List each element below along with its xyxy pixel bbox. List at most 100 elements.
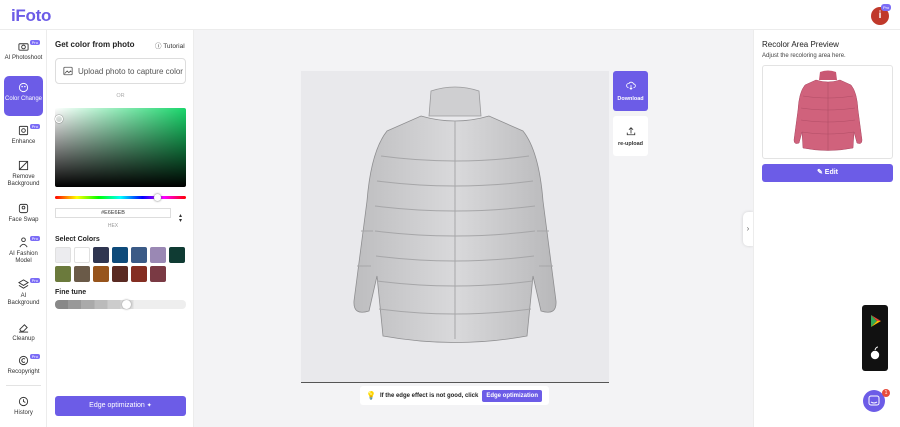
panel-title: Get color from photo: [55, 40, 135, 49]
pro-badge: Pro: [881, 4, 892, 11]
face-icon: [18, 203, 29, 214]
sidebar-item-label: Recopyright: [7, 369, 40, 375]
pro-badge: Pro: [29, 236, 40, 241]
picker-handle[interactable]: [55, 115, 63, 123]
sidebar-item-label: History: [14, 410, 33, 416]
fine-tune-label: Fine tune: [55, 289, 87, 296]
apple-icon: [870, 346, 880, 360]
saturation-picker[interactable]: [55, 108, 186, 187]
sidebar-item-label: Color Change: [4, 96, 43, 102]
color-panel: Get color from photo ⓘ Tutorial Upload p…: [47, 30, 194, 427]
pro-badge: Pro: [29, 40, 40, 45]
copyright-icon: [18, 355, 29, 366]
pink-jacket-image: [793, 70, 863, 151]
eraser-icon: [18, 324, 29, 333]
cloud-download-icon: [625, 81, 636, 90]
sidebar-item-ai-photoshoot[interactable]: Pro AI Photoshoot: [4, 38, 43, 74]
top-bar: iFoto i Pro: [0, 0, 900, 30]
enhance-icon: [18, 125, 29, 136]
palette-icon: [18, 82, 29, 93]
fine-tune-handle[interactable]: [122, 300, 131, 309]
sidebar-item-ai-fashion-model[interactable]: Pro AI Fashion Model: [4, 234, 43, 270]
sidebar-item-recopyright[interactable]: Pro Recopyright: [4, 352, 43, 380]
history-icon: [18, 396, 29, 407]
chat-badge: 1: [882, 389, 890, 397]
sidebar-item-history[interactable]: History: [4, 393, 43, 419]
chevron-right-icon: ›: [746, 224, 750, 233]
tip-edge-optimization-button[interactable]: Edge optimization: [482, 389, 542, 402]
sidebar-item-label: Enhance: [11, 139, 36, 145]
pro-badge: Pro: [29, 278, 40, 283]
google-play-icon: [871, 315, 881, 327]
color-swatch[interactable]: [55, 266, 71, 282]
sidebar-item-label: AI Photoshoot: [4, 55, 43, 61]
or-divider: OR: [116, 93, 125, 99]
upload-icon: [626, 127, 635, 136]
reupload-label: re-upload: [617, 141, 644, 147]
color-swatch[interactable]: [112, 266, 128, 282]
recolor-title: Recolor Area Preview: [762, 40, 839, 49]
download-label: Download: [617, 96, 644, 102]
sidebar-item-label: Face Swap: [8, 217, 39, 223]
image-preview[interactable]: [301, 71, 609, 383]
color-swatch[interactable]: [55, 247, 71, 263]
edge-tip-bar: 💡 If the edge effect is not good, click …: [360, 386, 549, 405]
recolor-preview-image: [762, 65, 893, 159]
canvas-area: Download re-upload 💡 If the edge effect …: [194, 30, 753, 427]
sidebar: Pro AI Photoshoot Color Change Pro Enhan…: [0, 30, 47, 427]
crop-icon: [18, 160, 29, 171]
sidebar-item-label: AI Background: [7, 293, 40, 306]
panel-toggle[interactable]: ›: [743, 212, 753, 246]
upload-label: Upload photo to capture color: [78, 66, 183, 76]
hue-slider-handle[interactable]: [154, 194, 161, 201]
jacket-image: [353, 86, 557, 343]
sidebar-item-label: Remove Background: [7, 174, 40, 187]
app-store-bar: [862, 305, 888, 371]
app-logo[interactable]: iFoto: [11, 6, 51, 26]
divider: [6, 385, 41, 386]
tutorial-link[interactable]: ⓘ Tutorial: [155, 40, 185, 50]
recolor-subtitle: Adjust the recoloring area here.: [762, 53, 846, 59]
pencil-icon: ✎: [816, 169, 823, 176]
color-swatch[interactable]: [93, 266, 109, 282]
hex-format-toggle[interactable]: ▴ ▾: [179, 213, 182, 224]
pro-badge: Pro: [29, 124, 40, 129]
tutorial-label: Tutorial: [163, 43, 185, 50]
select-colors-label: Select Colors: [55, 236, 100, 243]
edge-optimization-button[interactable]: Edge optimization ✦: [55, 396, 186, 416]
sidebar-item-remove-background[interactable]: Remove Background: [4, 157, 43, 193]
hex-label: HEX: [107, 223, 119, 229]
camera-icon: [18, 43, 29, 51]
sparkle-icon: ✦: [146, 403, 152, 409]
hex-input[interactable]: #E6E6EB: [55, 208, 171, 218]
color-swatch[interactable]: [131, 247, 147, 263]
color-swatch[interactable]: [131, 266, 147, 282]
sidebar-item-enhance[interactable]: Pro Enhance: [4, 122, 43, 150]
download-button[interactable]: Download: [613, 71, 648, 111]
color-swatch[interactable]: [74, 247, 90, 263]
color-swatch[interactable]: [93, 247, 109, 263]
color-swatch[interactable]: [112, 247, 128, 263]
sidebar-item-face-swap[interactable]: Face Swap: [4, 200, 43, 226]
hue-slider[interactable]: [55, 196, 186, 199]
sidebar-item-label: AI Fashion Model: [9, 251, 38, 264]
lightbulb-icon: 💡: [366, 391, 376, 400]
tip-text: If the edge effect is not good, click: [379, 392, 479, 399]
color-swatch[interactable]: [169, 247, 185, 263]
sidebar-item-label: Cleanup: [12, 336, 35, 342]
pro-badge: Pro: [29, 354, 40, 359]
sidebar-item-ai-background[interactable]: Pro AI Background: [4, 276, 43, 310]
color-swatch[interactable]: [74, 266, 90, 282]
sidebar-item-color-change[interactable]: Color Change: [4, 76, 43, 116]
edit-label: Edit: [824, 169, 839, 176]
help-icon: ⓘ: [155, 43, 162, 50]
sidebar-item-cleanup[interactable]: Cleanup: [4, 319, 43, 345]
fine-tune-slider[interactable]: [55, 300, 186, 309]
edit-button[interactable]: ✎ Edit: [762, 164, 893, 182]
edge-optimization-label: Edge optimization: [89, 402, 145, 409]
upload-photo-button[interactable]: Upload photo to capture color: [55, 58, 186, 84]
reupload-button[interactable]: re-upload: [613, 116, 648, 156]
color-swatch[interactable]: [150, 266, 166, 282]
person-icon: [19, 237, 28, 248]
color-swatch[interactable]: [150, 247, 166, 263]
